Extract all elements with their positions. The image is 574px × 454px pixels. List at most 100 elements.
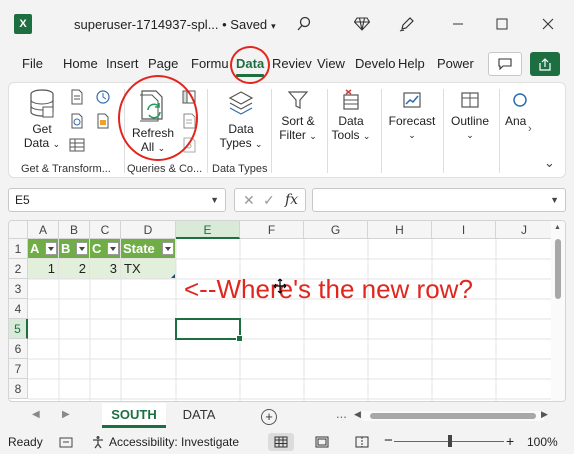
tab-developer[interactable]: Develo <box>355 56 395 71</box>
column-header-e[interactable]: E <box>176 221 240 239</box>
page-layout-view-button[interactable] <box>309 433 335 451</box>
column-header-d[interactable]: D <box>121 221 176 239</box>
horizontal-scrollbar[interactable] <box>362 411 544 421</box>
cancel-icon[interactable]: ✕ <box>243 192 255 209</box>
row-header-6[interactable]: 6 <box>9 339 28 359</box>
recent-sources-icon[interactable] <box>95 89 111 105</box>
edit-links-icon[interactable] <box>181 137 197 153</box>
scroll-left-icon[interactable]: ◀ <box>354 409 361 420</box>
properties-icon[interactable] <box>181 113 197 129</box>
normal-view-button[interactable] <box>268 433 294 451</box>
web-icon[interactable] <box>69 113 85 129</box>
queries-connections-icon[interactable] <box>181 89 197 105</box>
table-cell[interactable]: 1 <box>28 259 59 279</box>
tab-help[interactable]: Help <box>398 56 425 71</box>
zoom-level[interactable]: 100% <box>527 435 558 449</box>
tab-page-layout[interactable]: Page <box>148 56 178 71</box>
column-header-i[interactable]: I <box>432 221 496 239</box>
scroll-sheets-right-icon[interactable]: ▶ <box>62 409 70 420</box>
share-button[interactable] <box>530 52 560 76</box>
sheet-tab-data[interactable]: DATA <box>170 403 228 428</box>
pen-icon[interactable] <box>395 12 419 36</box>
name-box[interactable]: E5 ▼ <box>8 188 226 212</box>
sheet-tab-south[interactable]: SOUTH <box>102 403 166 428</box>
zoom-in-button[interactable]: + <box>506 433 514 449</box>
row-header-1[interactable]: 1 <box>9 239 28 259</box>
row-header-2[interactable]: 2 <box>9 259 28 279</box>
column-header-f[interactable]: F <box>240 221 304 239</box>
row-header-3[interactable]: 3 <box>9 279 28 299</box>
column-header-j[interactable]: J <box>496 221 553 239</box>
zoom-out-button[interactable]: − <box>384 432 393 449</box>
minimize-button[interactable] <box>446 12 470 36</box>
row-header-5[interactable]: 5 <box>9 319 28 339</box>
analysis-button[interactable]: Ana <box>505 89 541 128</box>
accessibility-status[interactable]: Accessibility: Investigate <box>109 435 239 449</box>
vertical-scroll-thumb[interactable] <box>555 239 561 299</box>
scroll-right-icon[interactable]: ▶ <box>541 409 548 420</box>
macro-recording-icon[interactable] <box>59 436 73 448</box>
ribbon-expand-icon[interactable]: ⌄ <box>544 155 555 171</box>
get-data-button[interactable]: Get Data ⌄ <box>23 89 61 151</box>
table-cell[interactable]: 3 <box>90 259 121 279</box>
outline-button[interactable]: Outline ⌄ <box>447 89 493 142</box>
text-file-icon[interactable] <box>69 89 85 105</box>
table-resize-handle-icon[interactable] <box>171 274 175 278</box>
vertical-scrollbar[interactable]: ▲ <box>551 221 565 401</box>
scroll-up-icon[interactable]: ▲ <box>554 224 561 231</box>
filter-dropdown-icon[interactable] <box>107 242 119 255</box>
filter-dropdown-icon[interactable] <box>45 242 57 255</box>
page-break-view-button[interactable] <box>349 433 375 451</box>
zoom-slider-thumb[interactable] <box>448 435 452 447</box>
column-header-g[interactable]: G <box>304 221 368 239</box>
row-header-7[interactable]: 7 <box>9 359 28 379</box>
insert-function-icon[interactable]: fx <box>285 192 298 208</box>
tab-insert[interactable]: Insert <box>106 56 139 71</box>
data-types-button[interactable]: Data Types ⌄ <box>219 89 263 151</box>
more-options-icon[interactable]: ... <box>336 406 347 421</box>
tab-power[interactable]: Power <box>437 56 474 71</box>
table-header-b[interactable]: B <box>59 239 90 259</box>
tab-file[interactable]: File <box>22 56 43 71</box>
column-header-h[interactable]: H <box>368 221 432 239</box>
worksheet-grid[interactable]: A B C D E F G H I J 1 2 3 4 5 6 7 8 A B … <box>8 220 566 402</box>
table-header-c[interactable]: C <box>90 239 121 259</box>
table-header-a[interactable]: A <box>28 239 59 259</box>
document-title[interactable]: superuser-1714937-spl... • Saved ▾ <box>74 17 276 32</box>
table-cell[interactable]: 2 <box>59 259 90 279</box>
add-sheet-button[interactable]: + <box>261 409 277 425</box>
document-title-text: superuser-1714937-spl... • Saved <box>74 17 268 32</box>
active-cell-e5[interactable] <box>175 318 243 342</box>
table-cell[interactable]: TX <box>121 259 176 279</box>
row-header-8[interactable]: 8 <box>9 379 28 399</box>
diamond-icon[interactable] <box>350 12 374 36</box>
row-header-4[interactable]: 4 <box>9 299 28 319</box>
scroll-sheets-left-icon[interactable]: ◀ <box>32 409 40 420</box>
search-icon[interactable] <box>292 12 316 36</box>
filter-dropdown-icon[interactable] <box>76 242 88 255</box>
tab-home[interactable]: Home <box>63 56 98 71</box>
comments-button[interactable] <box>488 52 522 76</box>
column-header-c[interactable]: C <box>90 221 121 239</box>
existing-connections-icon[interactable] <box>95 113 111 129</box>
close-button[interactable] <box>536 12 560 36</box>
table-range-icon[interactable] <box>69 137 85 153</box>
tab-data[interactable]: Data <box>236 56 265 77</box>
tab-view[interactable]: View <box>317 56 345 71</box>
ribbon-scroll-right-icon[interactable]: › <box>528 123 532 135</box>
column-header-a[interactable]: A <box>28 221 59 239</box>
column-header-b[interactable]: B <box>59 221 90 239</box>
forecast-button[interactable]: Forecast ⌄ <box>385 89 439 142</box>
refresh-all-button[interactable]: Refresh All ⌄ <box>131 89 175 155</box>
maximize-button[interactable] <box>490 12 514 36</box>
data-tools-button[interactable]: Data Tools ⌄ <box>329 89 373 143</box>
sort-filter-button[interactable]: Sort & Filter ⌄ <box>275 89 321 143</box>
table-header-state[interactable]: State <box>121 239 176 259</box>
select-all-corner[interactable] <box>9 221 28 239</box>
tab-formulas[interactable]: Formu <box>191 56 229 71</box>
formula-input[interactable]: ▼ <box>312 188 566 212</box>
filter-dropdown-icon[interactable] <box>162 242 174 255</box>
enter-icon[interactable]: ✓ <box>263 192 275 209</box>
horizontal-scroll-thumb[interactable] <box>370 413 536 419</box>
tab-review[interactable]: Reviev <box>272 56 312 71</box>
